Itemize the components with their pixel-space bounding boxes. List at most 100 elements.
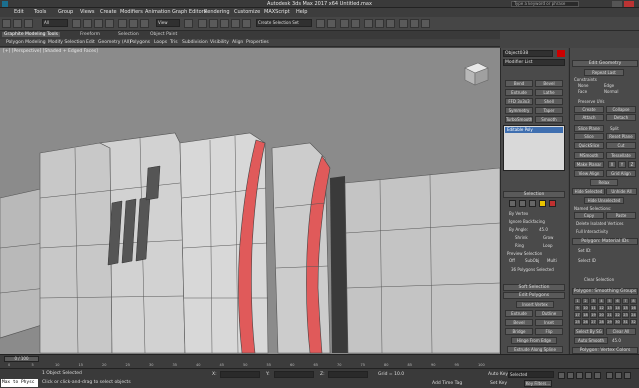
go-to-end-icon[interactable] (594, 372, 601, 379)
selection-rollout-header[interactable]: Selection (503, 191, 565, 198)
ribbon-geometry-all[interactable]: Geometry (All) (98, 40, 131, 45)
smoothing-group-cell[interactable]: 22 (614, 312, 621, 318)
grow-button[interactable]: Grow (543, 235, 553, 240)
smoothing-group-cell[interactable]: 15 (622, 305, 629, 311)
viewport-label[interactable]: [+] [Perspective] [Shaded + Edged Faces] (3, 49, 98, 54)
smoothing-group-cell[interactable]: 8 (630, 298, 637, 304)
perspective-viewport[interactable]: [+] [Perspective] [Shaded + Edged Faces] (0, 48, 500, 354)
ring-button[interactable]: Ring (515, 243, 524, 248)
extrude-button[interactable]: Extrude (505, 310, 533, 317)
constraint-face-radio[interactable]: Face (578, 89, 587, 94)
tessellate-button[interactable]: Tessellate (606, 152, 636, 159)
preview-off-radio[interactable]: Off (509, 258, 515, 263)
smoothing-group-cell[interactable]: 12 (598, 305, 605, 311)
x-coordinate-field[interactable] (220, 371, 260, 378)
quickslice-button[interactable]: QuickSlice (574, 142, 604, 149)
cut-button[interactable]: Cut (606, 142, 636, 149)
split-checkbox[interactable]: Split (610, 126, 619, 131)
orbit-icon[interactable] (624, 372, 631, 379)
viewport-mesh[interactable] (0, 48, 500, 354)
smoothing-group-cell[interactable]: 28 (598, 319, 605, 325)
vertex-subobj-icon[interactable] (509, 200, 516, 207)
clear-selection-checkbox[interactable]: Clear Selection (584, 277, 614, 282)
redo-icon[interactable] (13, 19, 22, 28)
constraint-none-radio[interactable]: None (578, 83, 588, 88)
modifier-lathe-button[interactable]: Lathe (535, 89, 563, 96)
planar-y-button[interactable]: Y (618, 161, 626, 168)
attach-button[interactable]: Attach (574, 114, 604, 121)
flip-button[interactable]: Flip (535, 328, 563, 335)
smoothing-group-cell[interactable]: 3 (590, 298, 597, 304)
pivot-icon[interactable] (184, 19, 193, 28)
snap-toggle-icon[interactable] (209, 19, 218, 28)
tab-freeform[interactable]: Freeform (80, 32, 100, 37)
smoothing-groups-rollout-header[interactable]: Polygon: Smoothing Groups (572, 288, 638, 295)
key-filters-button[interactable]: Key Filters... (524, 380, 552, 387)
smoothing-group-cell[interactable]: 31 (622, 319, 629, 325)
insert-vertex-button[interactable]: Insert Vertex (516, 301, 554, 308)
reference-coord-dropdown[interactable]: View (156, 19, 180, 27)
smoothing-group-cell[interactable]: 21 (606, 312, 613, 318)
unhide-all-button[interactable]: Unhide All (606, 188, 637, 195)
outline-button[interactable]: Outline (535, 310, 563, 317)
select-id-button[interactable]: Select ID (578, 258, 596, 263)
z-coordinate-field[interactable] (328, 371, 368, 378)
align-icon[interactable] (327, 19, 336, 28)
smoothing-group-cell[interactable]: 6 (614, 298, 621, 304)
polygon-subobj-icon[interactable] (539, 200, 546, 207)
smoothing-group-cell[interactable]: 9 (574, 305, 581, 311)
previous-frame-icon[interactable] (567, 372, 574, 379)
menu-graph-editors[interactable]: Graph Editors (172, 9, 206, 15)
move-icon[interactable] (118, 19, 127, 28)
auto-smooth-button[interactable]: Auto Smooth (574, 337, 608, 344)
material-ids-rollout-header[interactable]: Polygon: Material IDs (572, 238, 638, 245)
y-coordinate-field[interactable] (274, 371, 314, 378)
modifier-smooth-button[interactable]: Smooth (535, 116, 563, 123)
set-key-label[interactable]: Set Key (490, 381, 507, 386)
rendered-frame-icon[interactable] (410, 19, 419, 28)
tab-object-paint[interactable]: Object Paint (150, 32, 177, 37)
undo-icon[interactable] (2, 19, 11, 28)
planar-z-button[interactable]: Z (628, 161, 636, 168)
auto-smooth-value[interactable]: 45.0 (612, 338, 621, 343)
smoothing-group-cell[interactable]: 17 (574, 312, 581, 318)
smoothing-group-cell[interactable]: 5 (606, 298, 613, 304)
menu-views[interactable]: Views (80, 9, 94, 15)
selection-filter-dropdown[interactable]: All (42, 19, 68, 27)
mirror-icon[interactable] (316, 19, 325, 28)
view-align-button[interactable]: View Align (574, 170, 604, 177)
smoothing-group-cell[interactable]: 18 (582, 312, 589, 318)
clear-all-button[interactable]: Clear All (606, 328, 636, 335)
angle-snap-icon[interactable] (220, 19, 229, 28)
minimize-button[interactable] (612, 1, 622, 7)
constraint-normal-radio[interactable]: Normal (604, 89, 618, 94)
soft-selection-rollout-header[interactable]: Soft Selection (503, 284, 565, 291)
delete-isolated-checkbox[interactable]: Delete Isolated Vertices (576, 221, 623, 226)
smoothing-group-cell[interactable]: 20 (598, 312, 605, 318)
window-crossing-icon[interactable] (105, 19, 114, 28)
smoothing-group-cell[interactable]: 13 (606, 305, 613, 311)
bridge-button[interactable]: Bridge (505, 328, 533, 335)
shrink-button[interactable]: Shrink (515, 235, 528, 240)
slice-button[interactable]: Slice (574, 133, 604, 140)
modifier-turbosmooth-button[interactable]: TurboSmooth (505, 116, 533, 123)
ribbon-properties[interactable]: Properties (246, 40, 269, 45)
element-subobj-icon[interactable] (549, 200, 556, 207)
smoothing-group-cell[interactable]: 16 (630, 305, 637, 311)
by-angle-checkbox[interactable]: By Angle: (509, 227, 528, 232)
auto-key-label[interactable]: Auto Key (488, 372, 508, 377)
curve-editor-icon[interactable] (364, 19, 373, 28)
smoothing-group-cell[interactable]: 4 (598, 298, 605, 304)
material-editor-icon[interactable] (386, 19, 395, 28)
edge-subobj-icon[interactable] (519, 200, 526, 207)
pan-view-icon[interactable] (615, 372, 622, 379)
border-subobj-icon[interactable] (529, 200, 536, 207)
menu-tools[interactable]: Tools (34, 9, 46, 15)
ribbon-edit[interactable]: Edit (86, 40, 95, 45)
ribbon-polygon-modeling[interactable]: Polygon Modeling (6, 40, 46, 45)
menu-edit[interactable]: Edit (14, 9, 24, 15)
create-button[interactable]: Create (574, 106, 604, 113)
copy-button[interactable]: Copy (574, 212, 604, 219)
named-selection-set-dropdown[interactable]: Create Selection Set (256, 19, 312, 27)
layer-manager-icon[interactable] (340, 19, 349, 28)
